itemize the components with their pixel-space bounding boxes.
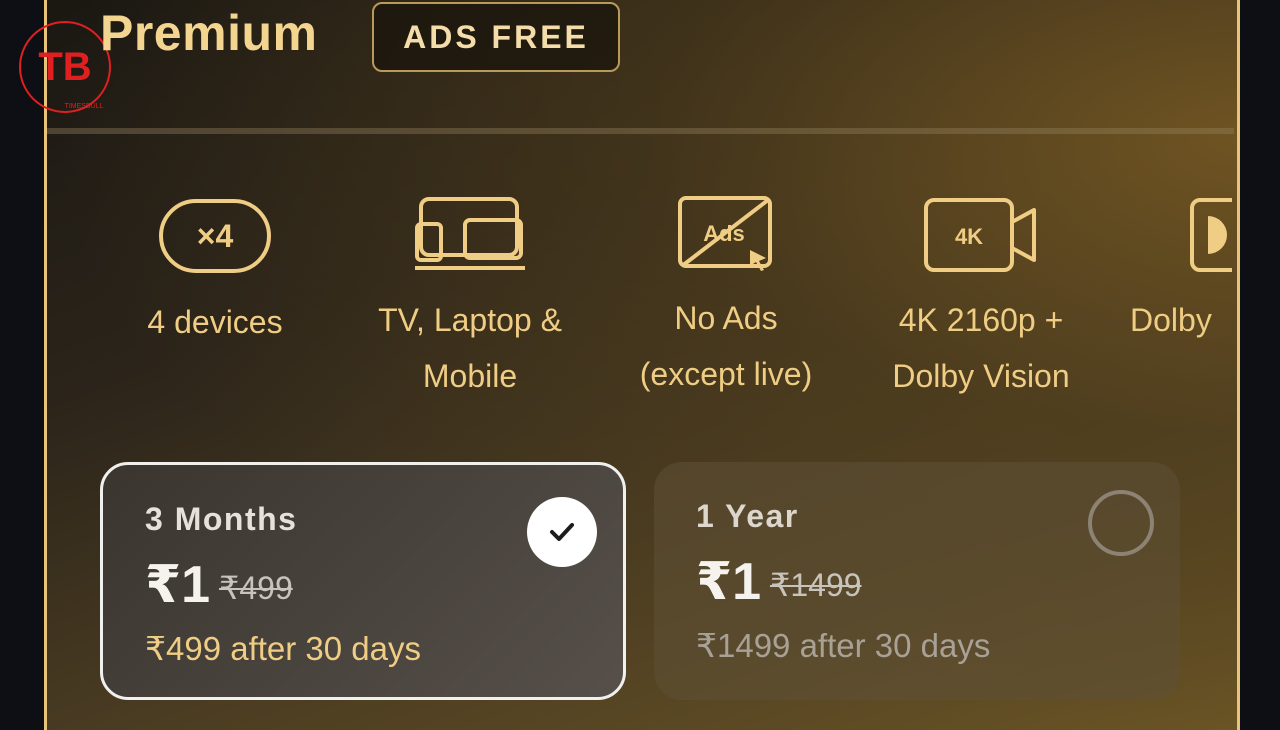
plan-after-text: ₹499 after 30 days [145,630,422,667]
feature-platforms: TV, Laptop & Mobile [360,196,580,404]
plan-name: 1 Year [696,498,799,534]
feature-label: TV, Laptop & [378,302,562,338]
feature-label: Dolby [1130,302,1212,338]
dolby-icon [1190,198,1232,272]
plan-original-price: ₹499 [219,570,293,606]
plan-price: ₹1 [696,553,762,611]
x4-devices-icon: ×4 [159,199,271,273]
plan-original-price: ₹1499 [770,567,862,603]
feature-label: 4 devices [147,304,283,340]
svg-text:Ads: Ads [703,221,745,246]
plan-price: ₹1 [145,556,211,614]
timesbull-logo: TB TIMESBULL [18,20,112,114]
feature-no-ads: Ads No Ads (except live) [616,194,836,402]
feature-label-line2: Dolby Vision [892,358,1070,394]
feature-dolby: Dolby [1126,196,1232,348]
svg-text:TB: TB [38,45,91,89]
tv-laptop-mobile-icon [415,197,525,270]
selected-check-icon[interactable] [527,497,597,567]
feature-label: 4K 2160p + [898,302,1064,338]
svg-text:×4: ×4 [197,218,234,254]
feature-label-line2: (except live) [639,356,813,392]
svg-text:TIMESBULL: TIMESBULL [65,103,104,110]
svg-text:4K: 4K [955,224,983,249]
plan-name: 3 Months [145,501,298,537]
plan-3-months[interactable]: 3 Months ₹1 ₹499 ₹499 after 30 days [100,462,626,700]
feature-devices: ×4 4 devices [130,198,300,350]
plan-after-text: ₹1499 after 30 days [696,627,991,664]
feature-4k: 4K 4K 2160p + Dolby Vision [868,196,1094,404]
4k-camera-icon: 4K [924,198,1036,272]
ads-free-badge: ADS FREE [372,2,620,72]
radio-unselected-icon[interactable] [1088,490,1154,556]
no-ads-icon: Ads [678,196,772,271]
feature-label: No Ads [674,300,778,336]
page-title: Premium [100,5,318,61]
header-divider [47,128,1234,134]
plan-1-year[interactable]: 1 Year ₹1 ₹1499 ₹1499 after 30 days [654,462,1180,700]
feature-label-line2: Mobile [422,358,518,394]
